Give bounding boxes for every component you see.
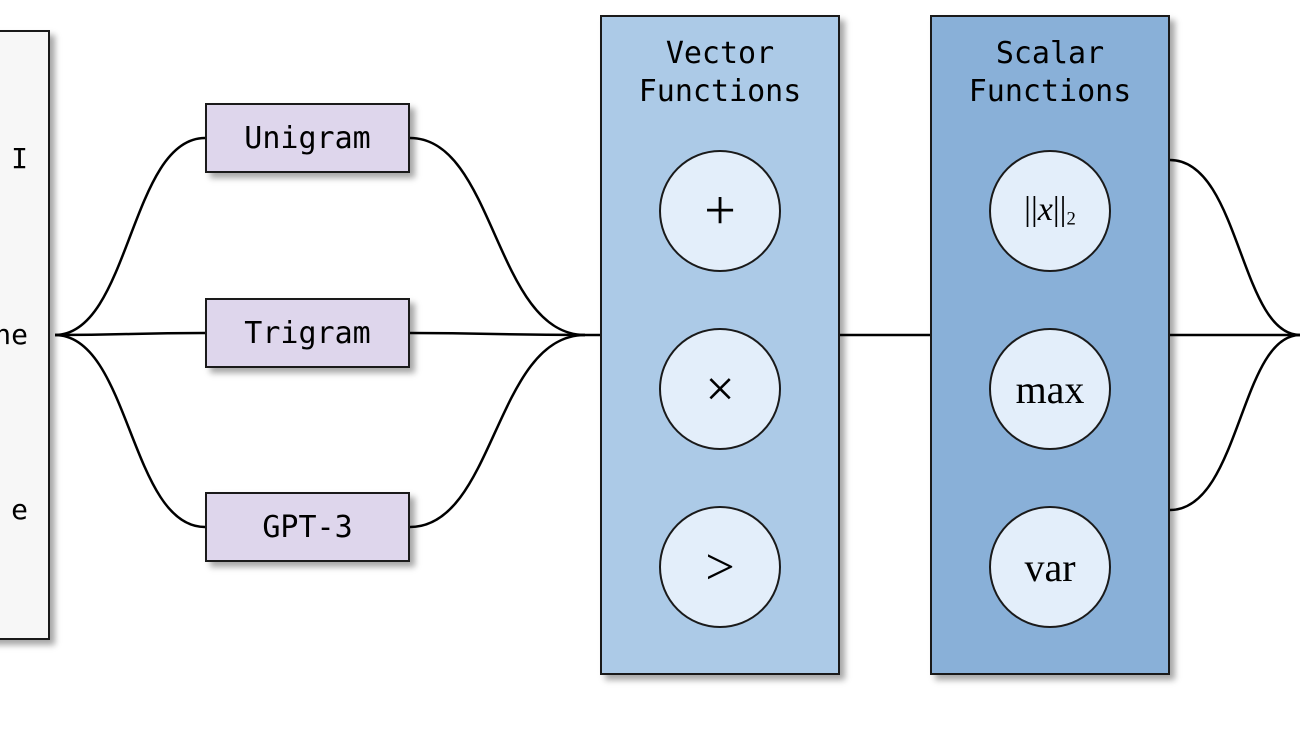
- model-label: GPT-3: [262, 510, 352, 545]
- model-box-unigram: Unigram: [205, 103, 410, 173]
- op-norm-label: ||x||2: [1024, 191, 1076, 231]
- model-label: Trigram: [244, 316, 370, 351]
- input-line-1: I: [0, 141, 28, 177]
- vector-functions-title: Vector Functions: [639, 35, 802, 110]
- model-box-gpt3: GPT-3: [205, 492, 410, 562]
- op-var: var: [989, 506, 1111, 628]
- op-gt-label: >: [705, 538, 734, 597]
- op-times-label: ×: [705, 360, 734, 419]
- op-var-label: var: [1024, 544, 1075, 591]
- op-plus-label: +: [704, 179, 736, 243]
- op-greater-than: >: [659, 506, 781, 628]
- op-max: max: [989, 328, 1111, 450]
- vector-ops: + × >: [659, 150, 781, 628]
- op-l2-norm: ||x||2: [989, 150, 1111, 272]
- diagram-stage: I ne e Unigram Trigram GPT-3 Vector Func…: [0, 0, 1300, 731]
- model-box-trigram: Trigram: [205, 298, 410, 368]
- input-line-2: ne: [0, 317, 28, 353]
- op-max-label: max: [1016, 366, 1085, 413]
- model-label: Unigram: [244, 121, 370, 156]
- op-times: ×: [659, 328, 781, 450]
- vector-functions-panel: Vector Functions + × >: [600, 15, 840, 675]
- input-line-3: e: [0, 492, 28, 528]
- input-text-panel: I ne e: [0, 30, 50, 640]
- scalar-functions-panel: Scalar Functions ||x||2 max var: [930, 15, 1170, 675]
- op-plus: +: [659, 150, 781, 272]
- scalar-functions-title: Scalar Functions: [969, 35, 1132, 110]
- scalar-ops: ||x||2 max var: [989, 150, 1111, 628]
